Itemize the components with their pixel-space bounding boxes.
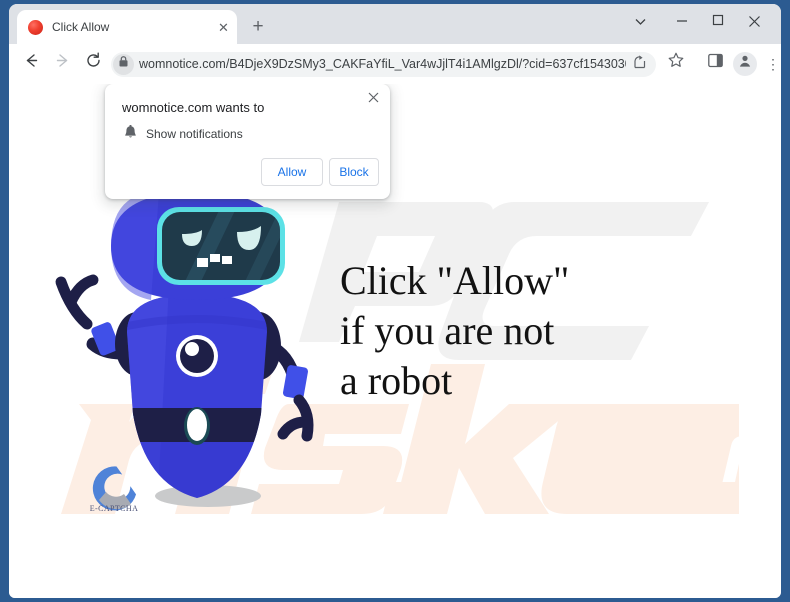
side-panel-icon[interactable] <box>703 52 727 76</box>
robot-tooth-2 <box>210 254 220 262</box>
browser-menu-button[interactable]: ⋮ <box>761 52 781 76</box>
bookmark-star-icon[interactable] <box>664 52 688 76</box>
bell-icon <box>122 124 138 143</box>
panel-icon <box>707 53 723 68</box>
robot-belt-buckle-inner <box>187 409 207 441</box>
headline-line-3: a robot <box>340 358 453 403</box>
arrow-right-icon <box>56 54 67 67</box>
headline-line-2: if you are not <box>340 308 555 353</box>
close-icon <box>748 16 760 27</box>
robot-tooth-1 <box>197 258 208 267</box>
robot-tooth-3 <box>222 256 232 264</box>
robot-right-claw-upper <box>277 416 311 440</box>
minimize-icon <box>677 20 687 22</box>
window-close-button[interactable] <box>736 8 772 38</box>
reload-button[interactable] <box>81 52 105 76</box>
lock-icon <box>113 54 134 75</box>
tab-title: Click Allow <box>52 20 110 34</box>
dialog-close-icon[interactable] <box>363 89 383 109</box>
padlock-icon <box>119 56 128 67</box>
window-minimize-button[interactable] <box>664 8 700 38</box>
site-info-button[interactable] <box>113 54 134 75</box>
tab-close-icon[interactable]: ✕ <box>215 19 232 36</box>
dialog-option-label: Show notifications <box>146 127 243 141</box>
address-bar-url: womnotice.com/B4DjeX9DzSMy3_CAKFaYfiL_Va… <box>139 57 626 71</box>
page-content: E-CAPTCHA Click "Allow" if you are not a… <box>9 84 781 598</box>
dialog-title: womnotice.com wants to <box>122 100 265 115</box>
browser-toolbar: womnotice.com/B4DjeX9DzSMy3_CAKFaYfiL_Va… <box>9 44 781 84</box>
block-button[interactable]: Block <box>329 158 379 186</box>
window-maximize-button[interactable] <box>700 8 736 38</box>
notification-permission-dialog: womnotice.com wants to Show notification… <box>105 84 390 199</box>
person-icon <box>739 55 751 67</box>
tab-click-allow[interactable]: Click Allow ✕ <box>17 10 237 44</box>
back-button[interactable] <box>19 52 43 76</box>
robot-chest-button <box>176 335 218 377</box>
profile-avatar-button[interactable] <box>733 52 757 76</box>
new-tab-button[interactable]: + <box>247 16 269 38</box>
tab-favicon-icon <box>28 20 43 35</box>
browser-window: Click Allow ✕ + womnotice.com/B4DjeX9DzS… <box>9 4 781 598</box>
tab-strip: Click Allow ✕ + <box>9 4 781 44</box>
robot-left-claw-upper <box>65 274 99 308</box>
reload-icon <box>86 52 100 67</box>
share-arrow-icon <box>634 55 646 69</box>
allow-button[interactable]: Allow <box>261 158 323 186</box>
e-captcha-label: E-CAPTCHA <box>89 504 139 513</box>
forward-button <box>50 52 74 76</box>
robot-head <box>111 192 285 300</box>
notification-bell-icon <box>124 124 136 138</box>
address-bar[interactable]: womnotice.com/B4DjeX9DzSMy3_CAKFaYfiL_Va… <box>111 52 656 77</box>
close-icon <box>368 92 378 103</box>
star-icon <box>668 52 684 67</box>
tab-search-chevron-down-icon[interactable] <box>622 8 658 38</box>
arrow-left-icon <box>26 54 37 67</box>
maximize-icon <box>712 14 724 26</box>
browser-window-frame: Click Allow ✕ + womnotice.com/B4DjeX9DzS… <box>0 0 790 602</box>
headline-line-1: Click "Allow" <box>340 258 570 303</box>
page-headline: Click "Allow" if you are not a robot <box>340 256 740 406</box>
chevron-down-icon <box>635 19 645 25</box>
share-icon[interactable] <box>630 55 650 75</box>
